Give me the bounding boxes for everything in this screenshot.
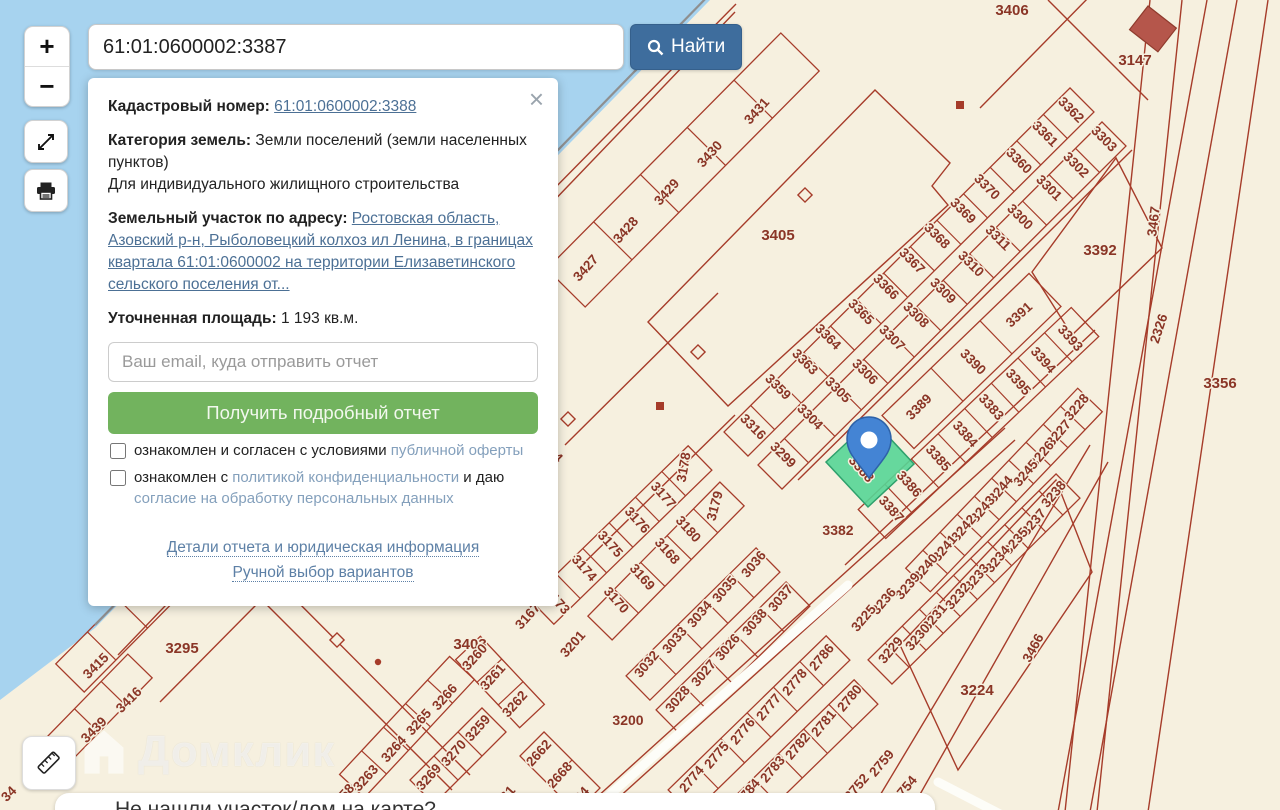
area-value: 1 193 кв.м. — [281, 310, 359, 327]
parcel-label-3382[interactable]: 3382 — [821, 521, 855, 540]
get-report-button[interactable]: Получить подробный отчет — [108, 392, 538, 434]
land-category-label: Категория земель: — [108, 132, 252, 149]
zoom-in-button[interactable]: + — [25, 27, 69, 66]
parcel-label-3392[interactable]: 3392 — [1082, 241, 1118, 261]
privacy-checkbox[interactable] — [110, 470, 126, 487]
measure-tool-button[interactable] — [22, 736, 76, 790]
ruler-icon — [37, 751, 60, 774]
zoom-control-group: + − — [24, 26, 70, 107]
map-marker-square — [956, 101, 964, 109]
bottom-search-bar[interactable]: Не нашли участок/дом на карте? — [55, 793, 935, 810]
offer-text: ознакомлен и согласен с условиями публич… — [134, 442, 524, 459]
popup-footer-links: Детали отчета и юридическая информация Р… — [108, 535, 538, 586]
map-marker-square — [656, 402, 664, 410]
parcel-label-3406[interactable]: 3406 — [994, 1, 1030, 21]
search-input[interactable] — [88, 24, 624, 70]
search-button[interactable]: Найти — [630, 24, 743, 70]
parcel-label-3295[interactable]: 3295 — [164, 639, 200, 659]
land-purpose: Для индивидуального жилищного строительс… — [108, 176, 460, 193]
report-details-link[interactable]: Детали отчета и юридическая информация — [166, 538, 480, 557]
consent-privacy-row: ознакомлен с политикой конфиденциальност… — [108, 468, 538, 509]
search-bar: Найти — [88, 24, 743, 70]
address-row: Земельный участок по адресу: Ростовская … — [108, 208, 538, 296]
cadastral-number-link[interactable]: 61:01:0600002:3388 — [274, 98, 416, 115]
parcel-label-3224[interactable]: 3224 — [959, 681, 996, 701]
search-button-label: Найти — [671, 36, 726, 57]
parcel-label-3147[interactable]: 3147 — [1117, 51, 1153, 71]
area-label: Уточненная площадь: — [108, 310, 277, 327]
land-category-row: Категория земель: Земли поселений (земли… — [108, 130, 538, 196]
public-offer-link[interactable]: публичной оферты — [391, 442, 524, 459]
search-icon — [647, 39, 664, 55]
print-button[interactable] — [24, 169, 68, 212]
map-marker-dot — [374, 658, 382, 666]
privacy-policy-link[interactable]: политикой конфиденциальности — [232, 469, 459, 486]
parcel-label-3200[interactable]: 3200 — [611, 711, 645, 730]
cadastral-number-label: Кадастровый номер: — [108, 98, 270, 115]
zoom-out-button[interactable]: − — [25, 66, 69, 106]
offer-checkbox[interactable] — [110, 443, 126, 459]
parcel-info-popup: × Кадастровый номер: 61:01:0600002:3388 … — [88, 78, 558, 606]
consent-offer-row: ознакомлен и согласен с условиями публич… — [108, 441, 538, 461]
area-row: Уточненная площадь: 1 193 кв.м. — [108, 308, 538, 330]
parcel-label-3356[interactable]: 3356 — [1202, 374, 1238, 394]
printer-icon — [37, 182, 55, 200]
manual-select-link[interactable]: Ручной выбор вариантов — [232, 564, 414, 583]
close-icon[interactable]: × — [529, 86, 544, 112]
personal-data-link[interactable]: согласие на обработку персональных данны… — [134, 489, 504, 509]
parcel-label-3405[interactable]: 3405 — [760, 226, 796, 246]
cadastral-number-row: Кадастровый номер: 61:01:0600002:3388 — [108, 96, 538, 118]
privacy-text: ознакомлен с политикой конфиденциальност… — [134, 468, 504, 509]
bottom-bar-text: Не нашли участок/дом на карте? — [115, 798, 436, 810]
fullscreen-button[interactable] — [24, 120, 68, 163]
email-field[interactable] — [108, 342, 538, 382]
address-label: Земельный участок по адресу: — [108, 210, 348, 227]
cadastral-map-app: 3406 3147 3392 3356 3405 3403 3295 3200 3224 3382… — [0, 0, 1280, 810]
expand-icon — [38, 133, 54, 150]
